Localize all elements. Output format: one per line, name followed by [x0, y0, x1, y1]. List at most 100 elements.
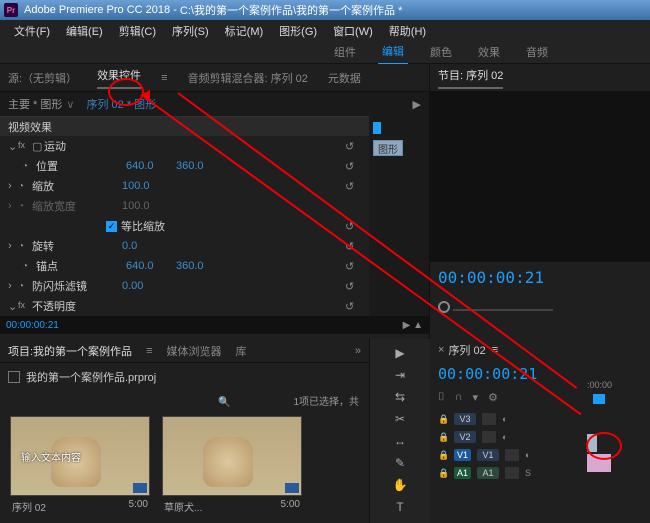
- caret-right-icon[interactable]: ›: [8, 180, 18, 192]
- timeline-clip-area[interactable]: :00:00: [585, 380, 650, 520]
- track-label[interactable]: V1: [477, 449, 499, 461]
- bin-icon[interactable]: [8, 371, 20, 383]
- settings-icon[interactable]: ⚙: [488, 391, 498, 404]
- menu-graphics[interactable]: 图形(G): [271, 20, 325, 40]
- keyframe-stopwatch-icon[interactable]: ◔: [18, 241, 32, 252]
- tab-library[interactable]: 库: [235, 343, 246, 359]
- source-patch[interactable]: A1: [454, 467, 471, 479]
- scroll-left-icon[interactable]: ▶ ▲: [403, 320, 423, 331]
- position-y[interactable]: 360.0: [176, 160, 226, 172]
- pen-tool-icon[interactable]: ✎: [392, 455, 408, 471]
- menu-window[interactable]: 窗口(W): [325, 20, 381, 40]
- project-item-sequence[interactable]: 输入文本内容 序列 02 5:00: [10, 416, 150, 517]
- eye-toggle-icon[interactable]: [482, 413, 496, 425]
- lock-icon[interactable]: 🔒: [438, 414, 448, 425]
- ripple-edit-tool-icon[interactable]: ⇆: [392, 389, 408, 405]
- caret-down-icon[interactable]: ⌄: [8, 300, 18, 313]
- program-monitor[interactable]: [430, 92, 650, 262]
- tab-audio-mixer[interactable]: 音频剪辑混合器: 序列 02: [187, 70, 307, 86]
- snap-icon[interactable]: ⌷: [438, 391, 445, 404]
- thumbnail[interactable]: [162, 416, 302, 496]
- program-timecode[interactable]: 00:00:00:21: [438, 268, 544, 287]
- tab-sequence[interactable]: 序列 02: [448, 342, 485, 358]
- caret-down-icon[interactable]: ⌄: [8, 140, 18, 153]
- mute-toggle-icon[interactable]: [505, 467, 519, 479]
- eye-toggle-icon[interactable]: [482, 431, 496, 443]
- thumbnail[interactable]: 输入文本内容: [10, 416, 150, 496]
- reset-icon[interactable]: ↺: [345, 260, 361, 273]
- menu-edit[interactable]: 编辑(E): [58, 20, 111, 40]
- razor-tool-icon[interactable]: ✂: [392, 411, 408, 427]
- graphic-clip-v2[interactable]: [587, 434, 597, 452]
- marker-icon[interactable]: ▾: [473, 391, 479, 404]
- anchor-x[interactable]: 640.0: [126, 260, 176, 272]
- reset-icon[interactable]: ↺: [345, 240, 361, 253]
- track-select-tool-icon[interactable]: ⇥: [392, 367, 408, 383]
- ws-audio[interactable]: 音频: [522, 40, 552, 64]
- close-icon[interactable]: ×: [438, 344, 444, 356]
- graphic-clip[interactable]: 图形: [373, 140, 403, 156]
- menu-clip[interactable]: 剪辑(C): [111, 20, 164, 40]
- keyframe-stopwatch-icon[interactable]: ◔: [18, 281, 32, 292]
- ws-edit[interactable]: 编辑: [378, 39, 408, 65]
- project-item-clip[interactable]: 草原犬... 5:00: [162, 416, 302, 517]
- keyframe-stopwatch-icon[interactable]: ◔: [22, 261, 36, 272]
- eye-toggle-icon[interactable]: [505, 449, 519, 461]
- video-clip-v1[interactable]: [587, 454, 611, 472]
- flicker-value[interactable]: 0.00: [122, 280, 172, 292]
- lock-icon[interactable]: 🔒: [438, 432, 448, 443]
- scale-value[interactable]: 100.0: [122, 180, 172, 192]
- playhead-icon[interactable]: [373, 122, 381, 134]
- reset-icon[interactable]: ↺: [345, 180, 361, 193]
- tab-media-browser[interactable]: 媒体浏览器: [166, 343, 221, 359]
- linked-selection-icon[interactable]: ∩: [455, 391, 463, 404]
- output-toggle-icon[interactable]: ◐: [502, 432, 507, 442]
- tab-metadata[interactable]: 元数据: [328, 70, 361, 86]
- tab-project[interactable]: 项目:我的第一个案例作品: [8, 343, 132, 359]
- source-patch[interactable]: V1: [454, 449, 471, 461]
- reset-icon[interactable]: ↺: [345, 220, 361, 233]
- lock-icon[interactable]: 🔒: [438, 468, 448, 479]
- anchor-y[interactable]: 360.0: [176, 260, 226, 272]
- solo-toggle-icon[interactable]: S: [525, 468, 531, 478]
- output-toggle-icon[interactable]: ◐: [502, 414, 507, 424]
- reset-icon[interactable]: ↺: [345, 160, 361, 173]
- timecode-value[interactable]: 00:00:00:21: [6, 320, 59, 331]
- motion-row[interactable]: ⌄ fx ▢ 运动 ↺: [0, 136, 369, 156]
- caret-right-icon[interactable]: ›: [8, 280, 18, 292]
- position-x[interactable]: 640.0: [126, 160, 176, 172]
- menu-file[interactable]: 文件(F): [6, 20, 58, 40]
- sequence-clip-link[interactable]: 序列 02 * 图形: [86, 96, 156, 112]
- tab-source[interactable]: 源:（无剪辑）: [8, 70, 77, 86]
- tab-effect-controls[interactable]: 效果控件: [97, 67, 141, 89]
- overflow-icon[interactable]: »: [355, 345, 361, 357]
- lock-icon[interactable]: 🔒: [438, 450, 448, 461]
- rotation-value[interactable]: 0.0: [122, 240, 172, 252]
- ws-color[interactable]: 颜色: [426, 40, 456, 64]
- fx-badge-icon[interactable]: fx: [18, 140, 32, 152]
- output-toggle-icon[interactable]: ◐: [525, 450, 530, 460]
- play-toggle-icon[interactable]: ▶: [413, 98, 421, 111]
- scrub-handle-icon[interactable]: [438, 301, 450, 313]
- hand-tool-icon[interactable]: ✋: [392, 477, 408, 493]
- track-label[interactable]: V2: [454, 431, 476, 443]
- track-label[interactable]: A1: [477, 467, 499, 479]
- reset-icon[interactable]: ↺: [345, 280, 361, 293]
- caret-right-icon[interactable]: ›: [8, 240, 18, 252]
- fx-badge-icon[interactable]: fx: [18, 300, 32, 312]
- track-label[interactable]: V3: [454, 413, 476, 425]
- reset-icon[interactable]: ↺: [345, 300, 361, 313]
- uniform-scale-checkbox[interactable]: ✓: [106, 221, 117, 232]
- type-tool-icon[interactable]: T: [392, 499, 408, 515]
- timeline-timecode[interactable]: 00:00:00:21: [438, 365, 537, 383]
- menu-help[interactable]: 帮助(H): [381, 20, 434, 40]
- clip-preview[interactable]: 图形: [369, 138, 429, 158]
- search-icon[interactable]: 🔍: [218, 397, 230, 408]
- reset-icon[interactable]: ↺: [345, 140, 361, 153]
- menu-marker[interactable]: 标记(M): [217, 20, 272, 40]
- menu-sequence[interactable]: 序列(S): [164, 20, 217, 40]
- ws-assembly[interactable]: 组件: [330, 40, 360, 64]
- tab-program[interactable]: 节目: 序列 02: [438, 67, 503, 89]
- keyframe-stopwatch-icon[interactable]: ◔: [18, 181, 32, 192]
- panel-menu-icon[interactable]: ≡: [146, 345, 152, 357]
